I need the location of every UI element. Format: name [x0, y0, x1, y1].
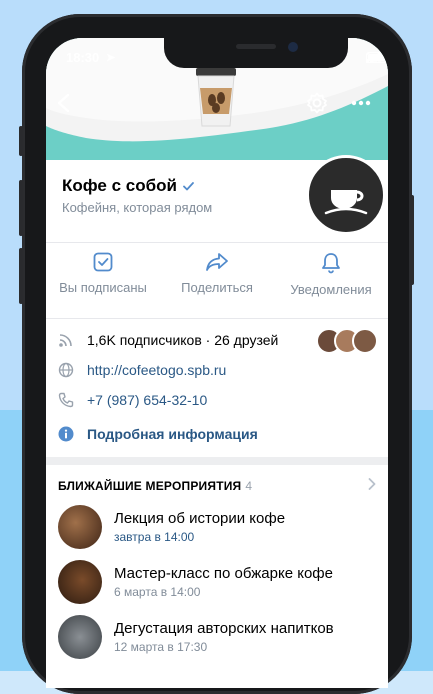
event-date: 6 марта в 14:00 — [114, 585, 201, 599]
status-time: 18:30 — [66, 50, 100, 65]
phone-row[interactable]: +7 (987) 654-32-10 — [58, 389, 378, 411]
subscribed-label: Вы подписаны — [59, 280, 147, 295]
share-label: Поделиться — [181, 280, 253, 295]
cup-logo-icon — [324, 190, 368, 215]
verified-check-icon — [183, 181, 194, 190]
events-count: 4 — [245, 479, 253, 493]
community-avatar[interactable] — [306, 155, 386, 235]
location-arrow-icon: ➤ — [106, 52, 116, 64]
event-item[interactable]: Мастер-класс по обжарке кофе 6 марта в 1… — [58, 559, 378, 605]
event-title: Мастер-класс по обжарке кофе — [114, 565, 333, 582]
community-header: Кофе с собой Кофейня, которая рядом — [62, 176, 212, 215]
actions-divider — [46, 318, 388, 319]
event-text: Дегустация авторских напитков 12 марта в… — [114, 620, 334, 654]
event-date: завтра в 14:00 — [114, 530, 195, 544]
app-screen: 18:30 ➤ Кофе с собой Кофейня, которая ря… — [46, 38, 388, 688]
share-icon — [206, 253, 228, 271]
event-title: Лекция об истории кофе — [114, 510, 286, 527]
rss-icon — [59, 334, 72, 347]
more-info-link[interactable]: Подробная информация — [87, 426, 258, 442]
battery-icon — [366, 52, 388, 63]
info-icon — [58, 426, 74, 442]
phone-volume-up — [19, 180, 23, 236]
more-dots-icon[interactable] — [351, 100, 371, 106]
friends-avatars[interactable] — [316, 328, 378, 354]
event-date: 12 марта в 17:30 — [114, 640, 208, 654]
event-item[interactable]: Дегустация авторских напитков 12 марта в… — [58, 614, 378, 660]
events-title: БЛИЖАЙШИЕ МЕРОПРИЯТИЯ — [58, 479, 242, 493]
event-title: Дегустация авторских напитков — [114, 620, 334, 637]
website-row[interactable]: http://cofeetogo.spb.ru — [58, 359, 378, 381]
share-button[interactable]: Поделиться — [160, 252, 274, 312]
event-item[interactable]: Лекция об истории кофе завтра в 14:00 — [58, 504, 378, 550]
community-name: Кофе с собой — [62, 176, 177, 195]
notifications-label: Уведомления — [290, 282, 372, 297]
checkbox-icon — [93, 252, 113, 272]
event-thumbnail — [58, 560, 102, 604]
website-link[interactable]: http://cofeetogo.spb.ru — [87, 362, 226, 378]
community-name-row: Кофе с собой — [62, 176, 212, 196]
settings-gear-icon[interactable] — [306, 92, 328, 114]
phone-volume-down — [19, 248, 23, 304]
event-thumbnail — [58, 615, 102, 659]
section-separator — [46, 457, 388, 465]
speaker-grille — [236, 44, 276, 49]
friend-avatar — [352, 328, 378, 354]
events-section-title[interactable]: БЛИЖАЙШИЕ МЕРОПРИЯТИЯ 4 — [58, 479, 252, 493]
phone-link[interactable]: +7 (987) 654-32-10 — [87, 392, 207, 408]
phone-power-button — [410, 195, 414, 285]
coffee-cup-icon — [196, 68, 236, 127]
event-text: Мастер-класс по обжарке кофе 6 марта в 1… — [114, 565, 333, 599]
back-arrow-icon[interactable] — [56, 94, 72, 112]
status-bar: 18:30 ➤ — [46, 50, 388, 70]
more-info-row[interactable]: Подробная информация — [58, 423, 378, 445]
community-subtitle: Кофейня, которая рядом — [62, 200, 213, 215]
subscribed-button[interactable]: Вы подписаны — [46, 252, 160, 312]
cover-image: 18:30 ➤ — [46, 38, 388, 160]
followers-text: 1,6K подписчиков · 26 друзей — [87, 332, 279, 348]
phone-icon — [58, 392, 74, 408]
header-divider — [46, 242, 388, 243]
phone-mute-switch — [19, 126, 23, 156]
bell-icon — [322, 253, 340, 274]
event-thumbnail — [58, 505, 102, 549]
action-bar: Вы подписаны Поделиться Уведомления — [46, 252, 388, 312]
chevron-right-icon[interactable] — [368, 478, 376, 490]
globe-icon — [58, 362, 74, 378]
event-text: Лекция об истории кофе завтра в 14:00 — [114, 510, 285, 544]
notifications-button[interactable]: Уведомления — [274, 252, 388, 312]
